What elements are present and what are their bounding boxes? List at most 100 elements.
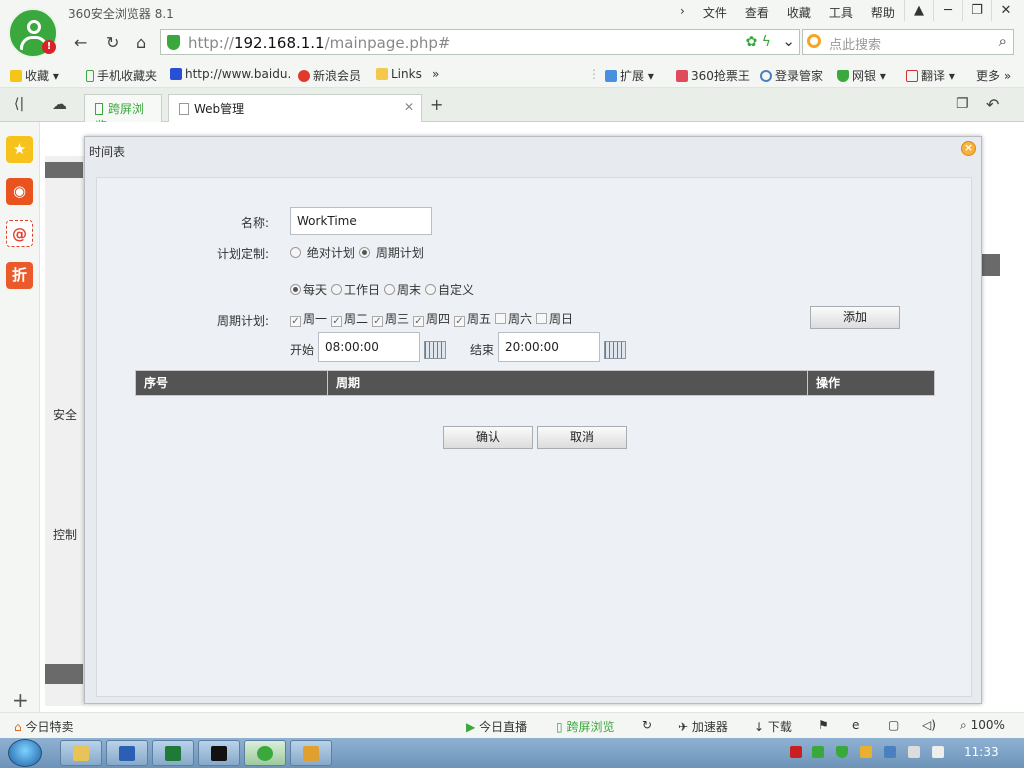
- menu-view[interactable]: 查看: [745, 4, 769, 21]
- tray-volume-icon[interactable]: [932, 746, 944, 758]
- today-deal-link[interactable]: ⌂ 今日特卖: [14, 718, 73, 735]
- accelerator-link[interactable]: ✈ 加速器: [678, 718, 728, 735]
- rocket-icon: ✈: [678, 720, 689, 734]
- search-icon[interactable]: ⌕: [999, 32, 1007, 50]
- start-button[interactable]: [8, 739, 42, 767]
- tray-icon-2[interactable]: [812, 746, 824, 758]
- nav-footer-bar: [45, 664, 83, 684]
- skin-icon[interactable]: ▲: [904, 0, 933, 21]
- bookmark-mobile[interactable]: 手机收藏夹: [86, 67, 157, 84]
- day-checkbox-tue[interactable]: ✓ 周二: [331, 310, 368, 327]
- download-link[interactable]: ↓ 下载: [754, 718, 792, 735]
- plan-absolute-radio[interactable]: 绝对计划: [290, 244, 355, 261]
- window-icon[interactable]: ▢: [888, 718, 899, 732]
- taskbar-word[interactable]: [106, 740, 148, 766]
- app-icon: [303, 746, 319, 761]
- day-checkbox-fri[interactable]: ✓ 周五: [454, 310, 491, 327]
- taskbar-app[interactable]: [290, 740, 332, 766]
- nav-section-control[interactable]: 控制: [53, 526, 77, 543]
- tab-web-admin[interactable]: Web管理 ✕: [168, 94, 422, 122]
- restore-tab-icon[interactable]: ❐: [956, 96, 969, 112]
- back-arrow-icon[interactable]: ←: [74, 33, 87, 52]
- minimize-button[interactable]: ─: [933, 0, 962, 21]
- period-custom-radio[interactable]: 自定义: [425, 281, 474, 298]
- period-weekend-radio[interactable]: 周末: [384, 281, 421, 298]
- day-checkbox-wed[interactable]: ✓ 周三: [372, 310, 409, 327]
- start-time-input[interactable]: [318, 332, 420, 362]
- maximize-button[interactable]: ❐: [962, 0, 991, 21]
- bookmark-favorites[interactable]: 收藏 ▾: [10, 67, 59, 84]
- menu-file[interactable]: 文件: [703, 4, 727, 21]
- taskbar-excel[interactable]: [152, 740, 194, 766]
- taskbar-360-browser[interactable]: [244, 740, 286, 766]
- search-input[interactable]: 点此搜索: [829, 34, 881, 53]
- period-workday-radio[interactable]: 工作日: [331, 281, 380, 298]
- bookmark-sina[interactable]: 新浪会员: [298, 67, 361, 84]
- weibo-icon[interactable]: ◉: [6, 178, 33, 205]
- menu-help[interactable]: 帮助: [871, 4, 895, 21]
- flag-icon[interactable]: ⚑: [818, 718, 829, 732]
- cloud-icon[interactable]: ☁: [52, 95, 67, 113]
- close-window-button[interactable]: ✕: [991, 0, 1020, 21]
- url-text[interactable]: http://192.168.1.1/mainpage.php#: [188, 34, 451, 52]
- day-checkbox-sat[interactable]: 周六: [495, 310, 532, 327]
- more-bookmarks-icon[interactable]: »: [432, 67, 439, 81]
- browser-logo-icon[interactable]: !: [8, 8, 58, 58]
- bookmark-ticket[interactable]: 360抢票王: [676, 67, 750, 84]
- discount-icon[interactable]: 折: [6, 262, 33, 289]
- terminal-icon: [211, 746, 227, 761]
- tray-shield-icon[interactable]: [836, 746, 848, 758]
- bookmark-bank[interactable]: 网银 ▾: [837, 67, 886, 84]
- refresh-icon[interactable]: ↻: [106, 33, 119, 52]
- cancel-button[interactable]: 取消: [537, 426, 627, 449]
- tray-icon-3[interactable]: [860, 746, 872, 758]
- name-input[interactable]: [290, 207, 432, 235]
- refresh-status-icon[interactable]: ↻: [642, 718, 652, 732]
- bookmark-extend[interactable]: 扩展 ▾: [605, 67, 654, 84]
- bookmark-more[interactable]: 更多 »: [976, 67, 1011, 84]
- undo-close-icon[interactable]: ↶: [986, 95, 999, 114]
- mail-icon[interactable]: @: [6, 220, 33, 247]
- start-calendar-icon[interactable]: [424, 341, 446, 359]
- home-icon[interactable]: ⌂: [136, 33, 146, 52]
- taskbar-explorer[interactable]: [60, 740, 102, 766]
- add-sidebar-icon[interactable]: +: [12, 688, 29, 712]
- menu-tools[interactable]: 工具: [829, 4, 853, 21]
- tray-icon-1[interactable]: [790, 746, 802, 758]
- zoom-control[interactable]: ⌕ 100%: [960, 718, 1005, 733]
- period-daily-radio[interactable]: 每天: [290, 281, 327, 298]
- bookmark-links[interactable]: Links: [376, 67, 422, 81]
- bookmark-translate[interactable]: 翻译 ▾: [906, 67, 955, 84]
- day-checkbox-sun[interactable]: 周日: [536, 310, 573, 327]
- menu-arrow-icon[interactable]: ›: [680, 4, 685, 21]
- close-tab-icon[interactable]: ✕: [404, 100, 414, 114]
- taskbar-cmd[interactable]: [198, 740, 240, 766]
- search-box[interactable]: 点此搜索 ⌕: [802, 29, 1014, 55]
- confirm-button[interactable]: 确认: [443, 426, 533, 449]
- nav-section-security[interactable]: 安全: [53, 406, 77, 423]
- volume-icon[interactable]: ◁): [922, 718, 936, 732]
- end-calendar-icon[interactable]: [604, 341, 626, 359]
- menu-favorites[interactable]: 收藏: [787, 4, 811, 21]
- bookmark-baidu[interactable]: http://www.baidu.: [170, 67, 291, 81]
- ie-icon[interactable]: e: [852, 718, 859, 732]
- sidebar-toggle-icon[interactable]: ⟨|: [14, 96, 24, 112]
- day-checkbox-thu[interactable]: ✓ 周四: [413, 310, 450, 327]
- tray-icon-4[interactable]: [884, 746, 896, 758]
- tab-split-browse[interactable]: 跨屏浏览: [84, 94, 162, 133]
- new-tab-icon[interactable]: +: [430, 95, 443, 114]
- tray-network-icon[interactable]: [908, 746, 920, 758]
- favorites-star-icon[interactable]: ★: [6, 136, 33, 163]
- chevron-down-icon[interactable]: ⌄: [782, 32, 795, 50]
- bookmark-login[interactable]: 登录管家: [760, 67, 823, 84]
- address-bar[interactable]: http://192.168.1.1/mainpage.php# ✿ ϟ ⌄: [160, 29, 800, 55]
- speed-mode-icon[interactable]: ✿ ϟ: [746, 34, 771, 50]
- search-engine-icon[interactable]: [807, 34, 821, 48]
- split-browse-link[interactable]: ▯ 跨屏浏览: [556, 718, 614, 735]
- day-checkbox-mon[interactable]: ✓ 周一: [290, 310, 327, 327]
- close-dialog-icon[interactable]: ×: [961, 141, 976, 156]
- live-link[interactable]: ▶ 今日直播: [466, 718, 527, 735]
- plan-periodic-radio[interactable]: 周期计划: [359, 244, 424, 261]
- end-time-input[interactable]: [498, 332, 600, 362]
- add-button[interactable]: 添加: [810, 306, 900, 329]
